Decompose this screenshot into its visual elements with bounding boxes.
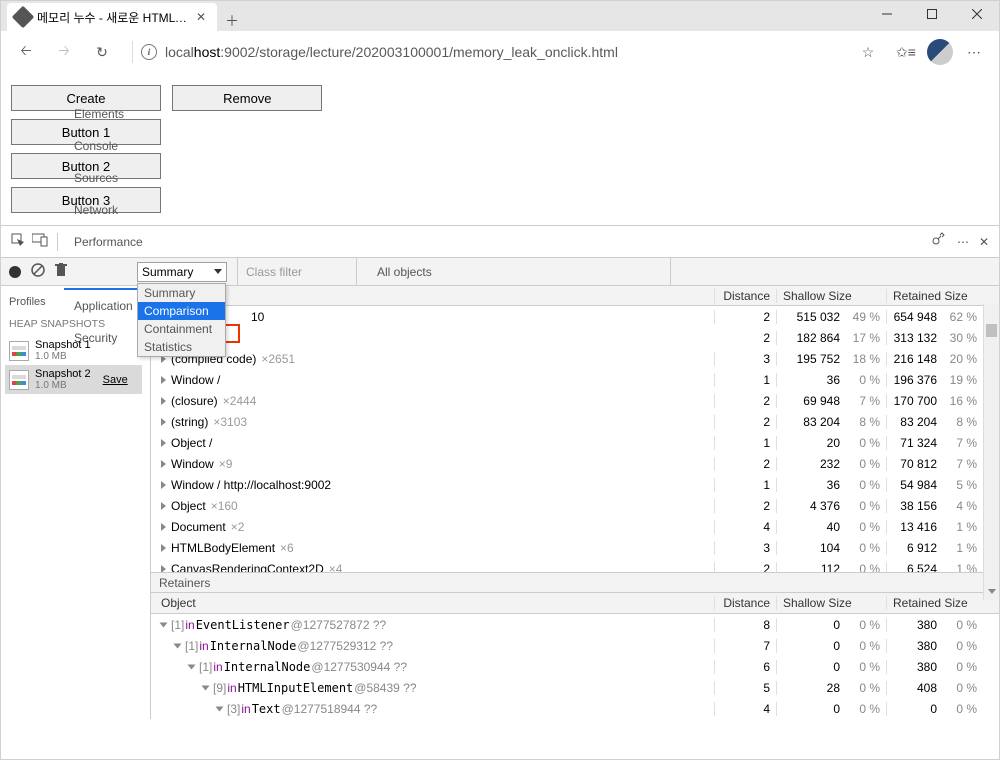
browser-tab[interactable]: 메모리 누수 - 새로운 HTML 요소 ✕ — [7, 3, 217, 31]
grid-row[interactable]: Object /1200 %71 3247 % — [151, 432, 999, 453]
profiles-sidebar: Profiles HEAP SNAPSHOTS Snapshot 11.0 MB… — [1, 286, 151, 719]
profiles-heading: Profiles — [9, 296, 142, 308]
devtools-tab-console[interactable]: Console — [64, 130, 153, 162]
dropdown-item-statistics[interactable]: Statistics — [138, 338, 225, 356]
dropdown-item-summary[interactable]: Summary — [138, 284, 225, 302]
scrollbar[interactable] — [983, 307, 999, 600]
view-dropdown-label: Summary — [142, 265, 193, 279]
devtools-tabs: ElementsConsoleSourcesNetworkPerformance… — [1, 226, 999, 258]
retainers-header: Object Distance Shallow Size Retained Si… — [151, 593, 999, 614]
info-icon[interactable]: i — [141, 44, 157, 60]
snapshot-icon — [9, 370, 29, 390]
more-icon[interactable]: ⋯ — [957, 35, 991, 69]
devtools-menu-icon[interactable]: ⋯ — [957, 235, 969, 249]
new-tab-button[interactable]: ＋ — [217, 11, 247, 31]
retainers-heading: Retainers — [151, 573, 999, 593]
devtools-panel: ElementsConsoleSourcesNetworkPerformance… — [1, 225, 999, 719]
grid-row[interactable]: Object×16024 3760 %38 1564 % — [151, 495, 999, 516]
grid-row[interactable]: CanvasRenderingContext2D×421120 %6 5241 … — [151, 558, 999, 572]
retainer-row[interactable]: [9] in HTMLInputElement @58439 ??5280 %4… — [151, 677, 999, 698]
window-controls — [864, 1, 999, 27]
grid-row[interactable]: HTMLBodyElement×631040 %6 9121 % — [151, 537, 999, 558]
chevron-down-icon[interactable] — [988, 584, 996, 598]
dropdown-item-containment[interactable]: Containment — [138, 320, 225, 338]
url-text: localhost:9002/storage/lecture/202003100… — [165, 44, 618, 60]
forward-button[interactable]: 🡢 — [47, 35, 81, 69]
grid-row[interactable]: (string)×3103283 2048 %83 2048 % — [151, 411, 999, 432]
close-devtools-icon[interactable]: ✕ — [979, 235, 989, 249]
view-dropdown[interactable]: Summary SummaryComparisonContainmentStat… — [137, 262, 227, 282]
device-toggle-icon[interactable] — [29, 233, 51, 250]
favorite-icon[interactable]: ☆ — [851, 35, 885, 69]
save-link[interactable]: Save — [103, 374, 128, 386]
favorites-list-icon[interactable]: ✩≡ — [889, 35, 923, 69]
minimize-button[interactable] — [864, 1, 909, 27]
favicon-icon — [12, 6, 35, 29]
grid-header: Constructor Distance Shallow Size Retain… — [151, 286, 999, 306]
search-devtools-icon[interactable] — [931, 232, 947, 251]
devtools-tab-network[interactable]: Network — [64, 194, 153, 226]
back-button[interactable]: 🡠 — [9, 35, 43, 69]
dropdown-item-comparison[interactable]: Comparison — [138, 302, 225, 320]
retainer-row[interactable]: [1] in InternalNode @1277530944 ??600 %3… — [151, 656, 999, 677]
maximize-button[interactable] — [909, 1, 954, 27]
browser-toolbar: 🡠 🡢 ↻ i localhost:9002/storage/lecture/2… — [1, 31, 999, 73]
grid-row[interactable]: Window / http://localhost:90021360 %54 9… — [151, 474, 999, 495]
constructor-grid: Constructor Distance Shallow Size Retain… — [151, 286, 999, 719]
address-bar[interactable]: i localhost:9002/storage/lecture/2020031… — [137, 37, 847, 67]
chevron-down-icon — [214, 269, 222, 274]
retainers-section: Retainers Object Distance Shallow Size R… — [151, 572, 999, 719]
trash-icon[interactable] — [55, 263, 67, 280]
snapshot-icon — [9, 341, 29, 361]
grid-row[interactable]: Document×24400 %13 4161 % — [151, 516, 999, 537]
grid-row[interactable]: (closure)×2444269 9487 %170 70016 % — [151, 390, 999, 411]
retainer-row[interactable]: [1] in InternalNode @1277529312 ??700 %3… — [151, 635, 999, 656]
devtools-tab-performance[interactable]: Performance — [64, 226, 153, 258]
tab-title: 메모리 누수 - 새로운 HTML 요소 — [37, 9, 187, 26]
memory-toolbar: Summary SummaryComparisonContainmentStat… — [1, 258, 999, 286]
profile-avatar[interactable] — [927, 39, 953, 65]
object-filter-dropdown[interactable]: All objects — [367, 258, 671, 286]
view-dropdown-menu: SummaryComparisonContainmentStatistics — [137, 283, 226, 357]
tab-strip: 메모리 누수 - 새로운 HTML 요소 ✕ ＋ — [1, 1, 247, 31]
snapshot-item[interactable]: Snapshot 11.0 MB — [5, 336, 142, 365]
grid-row[interactable]: 102515 03249 %654 94862 % — [151, 306, 999, 327]
remove-button[interactable]: Remove — [172, 85, 322, 111]
grid-row[interactable]: Window /1360 %196 37619 % — [151, 369, 999, 390]
close-tab-icon[interactable]: ✕ — [193, 10, 209, 24]
class-filter-input[interactable]: Class filter — [237, 258, 357, 286]
grid-row[interactable]: 2182 86417 %313 13230 % — [151, 327, 999, 348]
devtools-tab-sources[interactable]: Sources — [64, 162, 153, 194]
snapshot-item-selected[interactable]: Snapshot 21.0 MB Save — [5, 365, 142, 394]
record-icon[interactable] — [9, 266, 21, 278]
retainer-row[interactable]: [1] in EventListener @1277527872 ??800 %… — [151, 614, 999, 635]
refresh-button[interactable]: ↻ — [85, 35, 119, 69]
devtools-tab-elements[interactable]: Elements — [64, 98, 153, 130]
close-window-button[interactable] — [954, 1, 999, 27]
grid-row[interactable]: (compiled code)×26513195 75218 %216 1482… — [151, 348, 999, 369]
clear-icon[interactable] — [31, 263, 45, 280]
window-titlebar: 메모리 누수 - 새로운 HTML 요소 ✕ ＋ — [1, 1, 999, 31]
inspect-icon[interactable] — [7, 233, 29, 250]
retainer-row[interactable]: [3] in Text @1277518944 ??400 %00 % — [151, 698, 999, 719]
grid-row[interactable]: Window×922320 %70 8127 % — [151, 453, 999, 474]
heap-heading: HEAP SNAPSHOTS — [9, 318, 142, 330]
scrollbar[interactable] — [983, 304, 999, 324]
